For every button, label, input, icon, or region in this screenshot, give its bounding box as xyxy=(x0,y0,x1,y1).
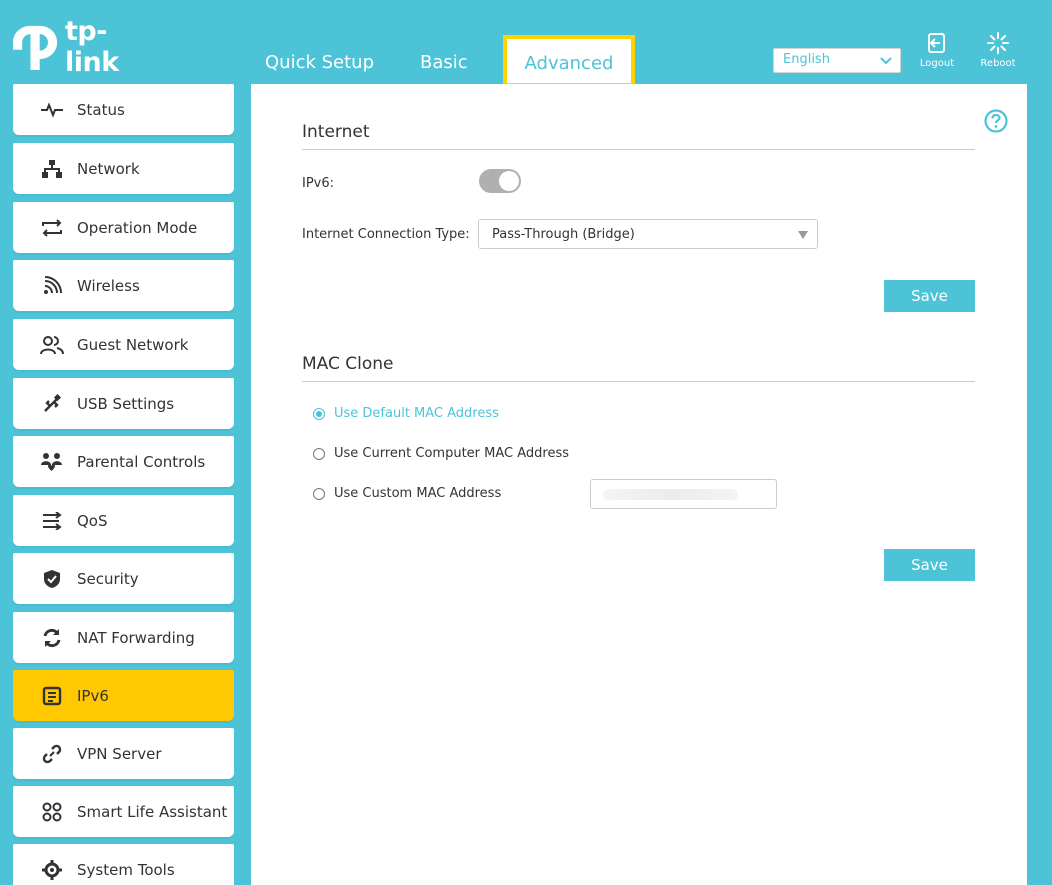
sidebar-item-status[interactable]: Status xyxy=(13,84,234,135)
sidebar-item-nat-forwarding[interactable]: NAT Forwarding xyxy=(13,612,234,663)
guests-icon xyxy=(39,335,65,355)
tab-basic[interactable]: Basic xyxy=(420,52,468,73)
sidebar-item-label: Status xyxy=(77,100,125,119)
document-icon xyxy=(39,686,65,706)
radio-button[interactable] xyxy=(313,487,325,500)
reboot-label: Reboot xyxy=(980,58,1016,69)
sidebar-item-label: Parental Controls xyxy=(77,452,206,471)
dropdown-arrow-icon xyxy=(798,231,808,239)
ipv6-toggle[interactable] xyxy=(479,169,521,193)
sidebar-item-label: Wireless xyxy=(77,276,140,295)
reboot-button[interactable]: Reboot xyxy=(973,32,1023,69)
sidebar-item-label: Guest Network xyxy=(77,335,189,354)
sidebar-item-label: NAT Forwarding xyxy=(77,628,195,647)
sidebar-item-ipv6[interactable]: IPv6 xyxy=(13,670,234,721)
radio-label: Use Custom MAC Address xyxy=(334,486,502,501)
sidebar-item-network[interactable]: Network xyxy=(13,143,234,194)
sidebar-item-label: Operation Mode xyxy=(77,218,198,237)
logo-text: tp-link xyxy=(65,16,119,78)
logout-button[interactable]: Logout xyxy=(912,32,962,69)
connection-type-label: Internet Connection Type: xyxy=(302,227,470,242)
sidebar-item-smart-life-assistant[interactable]: Smart Life Assistant xyxy=(13,786,234,837)
radio-current-computer-mac[interactable]: Use Current Computer MAC Address xyxy=(313,446,569,461)
sidebar-item-label: QoS xyxy=(77,511,108,530)
sidebar-item-guest-network[interactable]: Guest Network xyxy=(13,319,234,370)
logout-icon xyxy=(928,33,945,53)
qos-icon xyxy=(39,511,65,531)
main-panel: Internet IPv6: Internet Connection Type:… xyxy=(251,84,1027,885)
mac-clone-section-title: MAC Clone xyxy=(302,354,394,374)
internet-section-title: Internet xyxy=(302,122,370,142)
sidebar-item-vpn-server[interactable]: VPN Server xyxy=(13,728,234,779)
sidebar-item-wireless[interactable]: Wireless xyxy=(13,260,234,311)
swap-arrows-icon xyxy=(39,218,65,238)
sidebar-item-operation-mode[interactable]: Operation Mode xyxy=(13,202,234,253)
help-icon[interactable] xyxy=(984,109,1008,133)
radio-default-mac[interactable]: Use Default MAC Address xyxy=(313,406,499,421)
gear-icon xyxy=(39,859,65,880)
sidebar-item-parental-controls[interactable]: Parental Controls xyxy=(13,436,234,487)
radio-label: Use Default MAC Address xyxy=(334,406,499,421)
sidebar-item-label: Smart Life Assistant xyxy=(77,802,228,821)
connection-type-value: Pass-Through (Bridge) xyxy=(492,227,635,242)
shield-icon xyxy=(39,569,65,589)
sidebar-item-label: USB Settings xyxy=(77,394,175,413)
ipv6-toggle-knob xyxy=(499,171,519,191)
network-icon xyxy=(39,159,65,179)
tp-link-logo: tp-link xyxy=(13,16,153,78)
grid-icon xyxy=(39,802,65,822)
sidebar-item-label: System Tools xyxy=(77,860,175,879)
language-select[interactable]: English xyxy=(773,48,901,73)
tp-link-logo-icon xyxy=(13,25,58,70)
wifi-icon xyxy=(39,275,65,296)
sidebar-item-label: Security xyxy=(77,569,139,588)
radio-button[interactable] xyxy=(313,407,325,420)
family-icon xyxy=(39,452,65,472)
redacted-value xyxy=(603,489,738,500)
sidebar-item-usb-settings[interactable]: USB Settings xyxy=(13,378,234,429)
chevron-down-icon xyxy=(880,57,892,65)
radio-button[interactable] xyxy=(313,447,325,460)
reboot-spinner-icon xyxy=(987,32,1009,54)
tab-quick-setup[interactable]: Quick Setup xyxy=(265,52,374,73)
sidebar-item-system-tools[interactable]: System Tools xyxy=(13,844,234,885)
sidebar-item-label: Network xyxy=(77,159,140,178)
usb-icon xyxy=(39,393,65,414)
connection-type-select[interactable]: Pass-Through (Bridge) xyxy=(478,219,818,249)
sidebar-item-label: IPv6 xyxy=(77,686,109,705)
mac-clone-save-button[interactable]: Save xyxy=(884,549,975,581)
internet-save-button[interactable]: Save xyxy=(884,280,975,312)
mac-clone-divider xyxy=(302,381,975,382)
radio-custom-mac[interactable]: Use Custom MAC Address xyxy=(313,486,501,501)
radio-label: Use Current Computer MAC Address xyxy=(334,446,569,461)
tab-advanced[interactable]: Advanced xyxy=(503,35,635,87)
tab-advanced-label: Advanced xyxy=(524,52,614,74)
internet-divider xyxy=(302,149,975,150)
sidebar-item-qos[interactable]: QoS xyxy=(13,495,234,546)
sidebar-item-security[interactable]: Security xyxy=(13,553,234,604)
logout-label: Logout xyxy=(919,58,955,69)
language-value: English xyxy=(783,52,830,67)
pulse-icon xyxy=(39,100,65,120)
ipv6-label: IPv6: xyxy=(302,176,335,191)
custom-mac-input[interactable] xyxy=(590,479,777,509)
sidebar-item-label: VPN Server xyxy=(77,744,162,763)
link-icon xyxy=(39,744,65,764)
refresh-icon xyxy=(39,628,65,648)
